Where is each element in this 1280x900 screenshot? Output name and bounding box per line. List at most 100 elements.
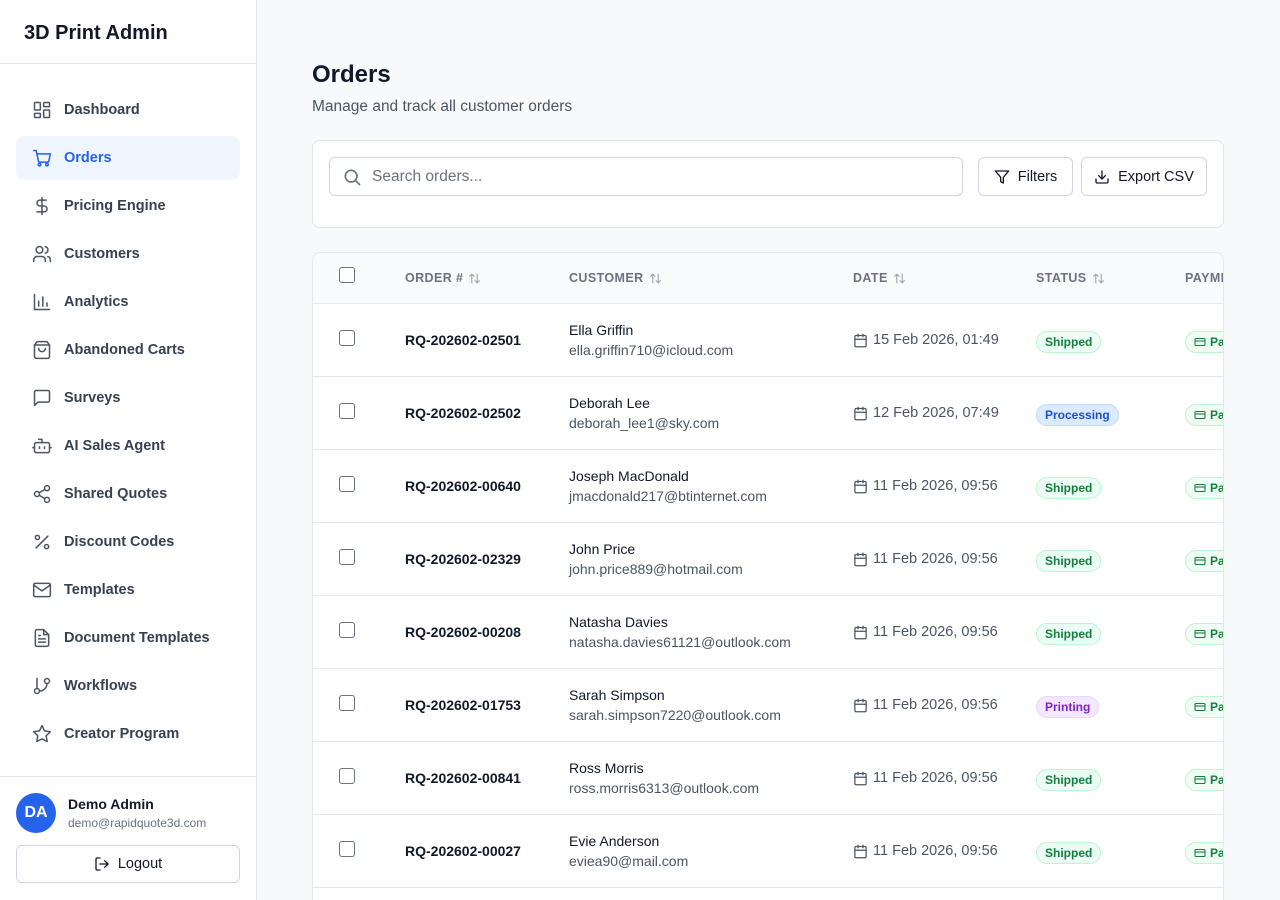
sidebar-item-label: Templates	[64, 582, 135, 598]
sidebar-item-pricing-engine[interactable]: Pricing Engine	[16, 184, 240, 228]
row-checkbox[interactable]	[339, 330, 355, 346]
column-status-label: STATUS	[1036, 271, 1087, 285]
share-icon	[32, 484, 52, 504]
column-date[interactable]: DATE	[853, 271, 906, 285]
column-customer-label: CUSTOMER	[569, 271, 644, 285]
row-checkbox[interactable]	[339, 403, 355, 419]
order-date: 11 Feb 2026, 09:56	[853, 843, 998, 859]
sidebar-item-label: Shared Quotes	[64, 486, 168, 502]
row-checkbox[interactable]	[339, 768, 355, 784]
file-text-icon	[32, 628, 52, 648]
customer-name: Ella Griffin	[569, 322, 634, 338]
sidebar-item-workflows[interactable]: Workflows	[16, 664, 240, 708]
sort-icon	[468, 272, 481, 285]
row-checkbox[interactable]	[339, 476, 355, 492]
search-box[interactable]	[329, 157, 963, 196]
sidebar-item-discount-codes[interactable]: Discount Codes	[16, 520, 240, 564]
sidebar-item-templates[interactable]: Templates	[16, 568, 240, 612]
logout-button[interactable]: Logout	[16, 845, 240, 883]
order-date-text: 11 Feb 2026, 09:56	[873, 624, 998, 640]
download-icon	[1094, 169, 1110, 185]
customer-email: deborah_lee1@sky.com	[569, 415, 720, 431]
payment-badge: Pa	[1185, 331, 1223, 353]
order-number[interactable]: RQ-202602-02501	[405, 332, 521, 348]
shopping-bag-icon	[32, 340, 52, 360]
order-number[interactable]: RQ-202602-00640	[405, 478, 521, 494]
row-checkbox[interactable]	[339, 695, 355, 711]
filters-button[interactable]: Filters	[978, 157, 1073, 196]
order-date: 15 Feb 2026, 01:49	[853, 332, 999, 348]
customer-name: Ross Morris	[569, 760, 644, 776]
order-number[interactable]: RQ-202602-02329	[405, 551, 521, 567]
payment-badge: Pa	[1185, 550, 1223, 572]
row-checkbox[interactable]	[339, 841, 355, 857]
sidebar-item-document-templates[interactable]: Document Templates	[16, 616, 240, 660]
order-date-text: 12 Feb 2026, 07:49	[873, 405, 999, 421]
export-csv-button[interactable]: Export CSV	[1081, 157, 1207, 196]
table-row[interactable]: RQ-202602-02501 Ella Griffin ella.griffin7…	[313, 304, 1223, 377]
sidebar-item-label: Customers	[64, 246, 140, 262]
order-number[interactable]: RQ-202602-00027	[405, 843, 521, 859]
order-date-text: 11 Feb 2026, 09:56	[873, 770, 998, 786]
sidebar-item-analytics[interactable]: Analytics	[16, 280, 240, 324]
column-date-label: DATE	[853, 271, 888, 285]
sidebar-item-ai-sales-agent[interactable]: AI Sales Agent	[16, 424, 240, 468]
status-badge: Shipped	[1036, 550, 1102, 572]
credit-card-icon	[1194, 701, 1206, 713]
sidebar-item-dashboard[interactable]: Dashboard	[16, 88, 240, 132]
order-date: 11 Feb 2026, 09:56	[853, 770, 998, 786]
sidebar-item-creator-program[interactable]: Creator Program	[16, 712, 240, 756]
order-date: 11 Feb 2026, 09:56	[853, 478, 998, 494]
credit-card-icon	[1194, 774, 1206, 786]
table-row[interactable]: RQ-202602-02502 Deborah Lee deborah_lee1@s…	[313, 377, 1223, 450]
customer-name: John Price	[569, 541, 636, 557]
status-badge: Shipped	[1036, 623, 1102, 645]
order-date-text: 11 Feb 2026, 09:56	[873, 697, 998, 713]
column-order-label: ORDER #	[405, 271, 464, 285]
row-checkbox[interactable]	[339, 622, 355, 638]
order-date: 11 Feb 2026, 09:56	[853, 551, 998, 567]
sidebar-item-abandoned-carts[interactable]: Abandoned Carts	[16, 328, 240, 372]
table-row[interactable]: RQ-202602-00027 Evie Anderson eviea90@mail…	[313, 815, 1223, 888]
order-number[interactable]: RQ-202602-00208	[405, 624, 521, 640]
payment-badge-text: Pa	[1210, 627, 1224, 641]
select-all-checkbox[interactable]	[339, 267, 355, 283]
row-checkbox[interactable]	[339, 549, 355, 565]
order-date-text: 15 Feb 2026, 01:49	[873, 332, 999, 348]
table-row[interactable]: RQ-202602-00640 Joseph MacDonald jmacdonal…	[313, 450, 1223, 523]
status-badge: Shipped	[1036, 842, 1102, 864]
app-title: 3D Print Admin	[0, 0, 256, 64]
bar-chart-icon	[32, 292, 52, 312]
toolbar-card: Filters Export CSV	[312, 140, 1224, 228]
table-row[interactable]: RQ-202602-01753 Sarah Simpson sarah.simpso…	[313, 669, 1223, 742]
column-order[interactable]: ORDER #	[405, 271, 481, 285]
column-status[interactable]: STATUS	[1036, 271, 1105, 285]
logout-icon	[94, 856, 110, 872]
cart-icon	[32, 148, 52, 168]
credit-card-icon	[1194, 409, 1206, 421]
table-row[interactable]: RQ-202602-02329 John Price john.price889@h…	[313, 523, 1223, 596]
search-input[interactable]	[372, 167, 932, 186]
customer-name: Sarah Simpson	[569, 687, 665, 703]
calendar-icon	[853, 771, 868, 786]
order-number[interactable]: RQ-202602-02502	[405, 405, 521, 421]
sidebar-item-customers[interactable]: Customers	[16, 232, 240, 276]
users-icon	[32, 244, 52, 264]
order-date-text: 11 Feb 2026, 09:56	[873, 843, 998, 859]
table-header: ORDER # CUSTOMER DATE STATUS PAYMENT	[313, 253, 1223, 304]
calendar-icon	[853, 625, 868, 640]
order-number[interactable]: RQ-202602-01753	[405, 697, 521, 713]
order-number[interactable]: RQ-202602-00841	[405, 770, 521, 786]
sidebar-item-orders[interactable]: Orders	[16, 136, 240, 180]
customer-name: Evie Anderson	[569, 833, 660, 849]
column-payment[interactable]: PAYMENT	[1185, 271, 1223, 285]
mail-icon	[32, 580, 52, 600]
calendar-icon	[853, 698, 868, 713]
customer-name: Deborah Lee	[569, 395, 650, 411]
table-row[interactable]: RQ-202602-00841 Ross Morris ross.morris631…	[313, 742, 1223, 815]
sidebar-item-surveys[interactable]: Surveys	[16, 376, 240, 420]
sidebar-item-shared-quotes[interactable]: Shared Quotes	[16, 472, 240, 516]
column-customer[interactable]: CUSTOMER	[569, 271, 662, 285]
table-row[interactable]: RQ-202602-00208 Natasha Davies natasha.dav…	[313, 596, 1223, 669]
sidebar-item-label: Creator Program	[64, 726, 180, 742]
